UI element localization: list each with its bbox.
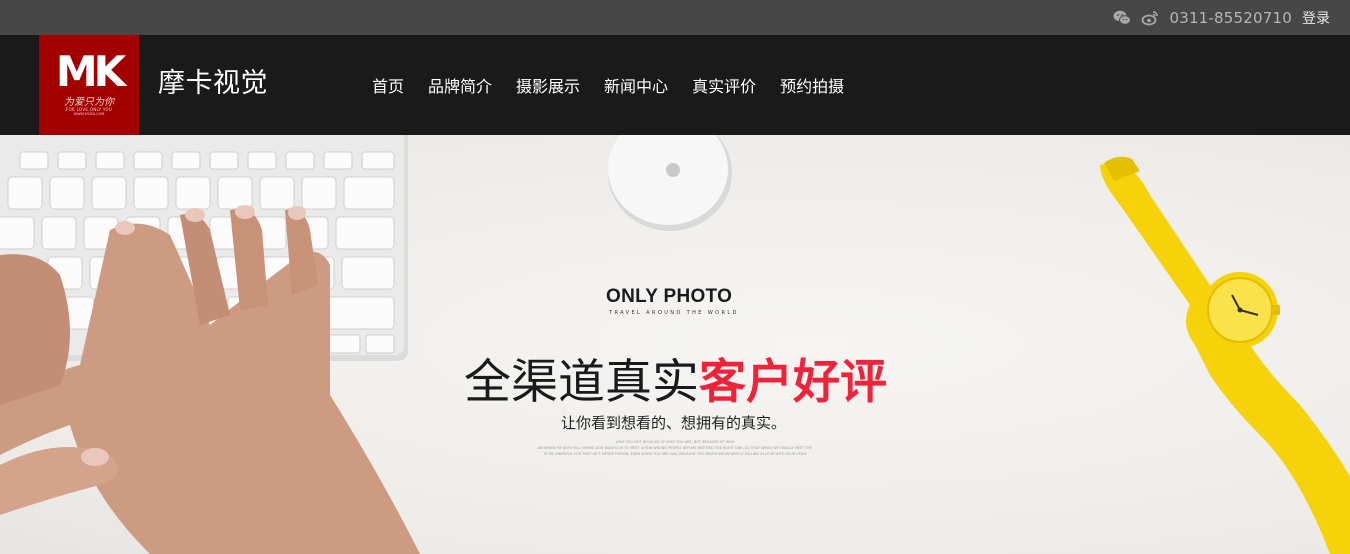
logo-url-text: WWW.MOKA.COM: [73, 112, 105, 116]
nav-item-photo-gallery[interactable]: 摄影展示: [516, 73, 580, 97]
nav-item-home[interactable]: 首页: [372, 73, 404, 97]
only-photo-logo-subtitle: TRAVEL AROUND THE WORLD: [609, 310, 739, 316]
hero-subheadline: 让你看到想看的、想拥有的真实。: [561, 414, 787, 432]
nav-item-news[interactable]: 新闻中心: [604, 73, 668, 97]
only-photo-logo-title: ONLY PHOTO: [606, 286, 733, 307]
nav-item-reviews[interactable]: 真实评价: [692, 73, 756, 97]
weibo-icon[interactable]: [1141, 9, 1159, 27]
main-nav: 首页 品牌简介 摄影展示 新闻中心 真实评价 预约拍摄: [372, 35, 868, 135]
hero-headline: 全渠道真实客户好评: [464, 354, 887, 412]
mouse-image: [608, 135, 732, 231]
headline-dark-part: 全渠道真实: [464, 355, 699, 410]
site-header: MK 为爱只为你 FOR LOVE,ONLY YOU WWW.MOKA.COM …: [0, 35, 1350, 135]
brand-name[interactable]: 摩卡视觉: [158, 67, 268, 101]
fine-print-line: LOVE YOU NOT BECAUSE OF WHO YOU ARE, BUT…: [615, 440, 735, 444]
watch-image: [1100, 156, 1350, 554]
logo-mark: MK: [55, 47, 126, 96]
hero-banner[interactable]: ONLY PHOTO TRAVEL AROUND THE WORLD 全渠道真实…: [0, 135, 1350, 554]
nav-item-booking[interactable]: 预约拍摄: [780, 73, 844, 97]
login-link[interactable]: 登录: [1302, 8, 1330, 28]
phone-number: 0311-85520710: [1169, 8, 1292, 27]
site-logo[interactable]: MK 为爱只为你 FOR LOVE,ONLY YOU WWW.MOKA.COM: [39, 35, 139, 135]
wechat-icon[interactable]: [1113, 9, 1132, 27]
hero-scene-illustration: [0, 135, 1350, 554]
nav-item-brand-intro[interactable]: 品牌简介: [428, 73, 492, 97]
top-bar: 0311-85520710 登录: [0, 0, 1350, 35]
fine-print-line: AM WHEN I'M WITH YOU. MAYBE GOD WANTS US…: [537, 446, 813, 450]
headline-red-part: 客户好评: [699, 355, 887, 410]
fine-print-line: TO BE GRATEFUL FOR THAT GIFT. NEVER FROW…: [543, 452, 807, 456]
logo-tagline: 为爱只为你: [64, 97, 114, 108]
top-bar-right: 0311-85520710 登录: [1113, 0, 1330, 35]
